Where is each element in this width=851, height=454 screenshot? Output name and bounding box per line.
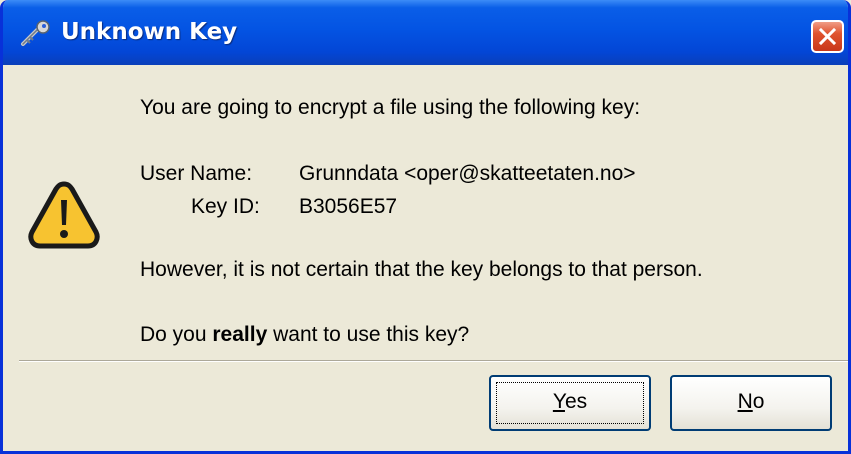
- yes-button[interactable]: Yes: [489, 375, 651, 431]
- key-id-label: Key ID:: [191, 195, 260, 218]
- warning-text: However, it is not certain that the key …: [140, 258, 703, 281]
- no-mnemonic: N: [737, 390, 753, 413]
- question-emphasis: really: [212, 323, 268, 346]
- title-bar[interactable]: Unknown Key: [3, 0, 848, 65]
- no-label: o: [752, 390, 765, 413]
- key-id-value: B3056E57: [299, 195, 398, 218]
- question-text: Do you really want to use this key?: [140, 322, 469, 348]
- question-suffix: want to use this key?: [267, 323, 470, 346]
- close-icon: [818, 27, 837, 46]
- user-name-label: User Name:: [140, 162, 253, 185]
- key-icon: [21, 20, 50, 46]
- separator: [19, 360, 848, 362]
- no-button[interactable]: No: [670, 375, 832, 431]
- user-name-value: Grunndata <oper@skatteetaten.no>: [299, 162, 636, 185]
- window-title: Unknown Key: [61, 19, 238, 45]
- warning-icon: [28, 181, 100, 249]
- intro-text: You are going to encrypt a file using th…: [140, 96, 641, 119]
- dialog-window: Unknown Key You are going to encrypt a f…: [0, 0, 851, 454]
- close-button[interactable]: [811, 20, 844, 53]
- question-prefix: Do you: [140, 323, 213, 346]
- focus-rectangle: [496, 382, 644, 424]
